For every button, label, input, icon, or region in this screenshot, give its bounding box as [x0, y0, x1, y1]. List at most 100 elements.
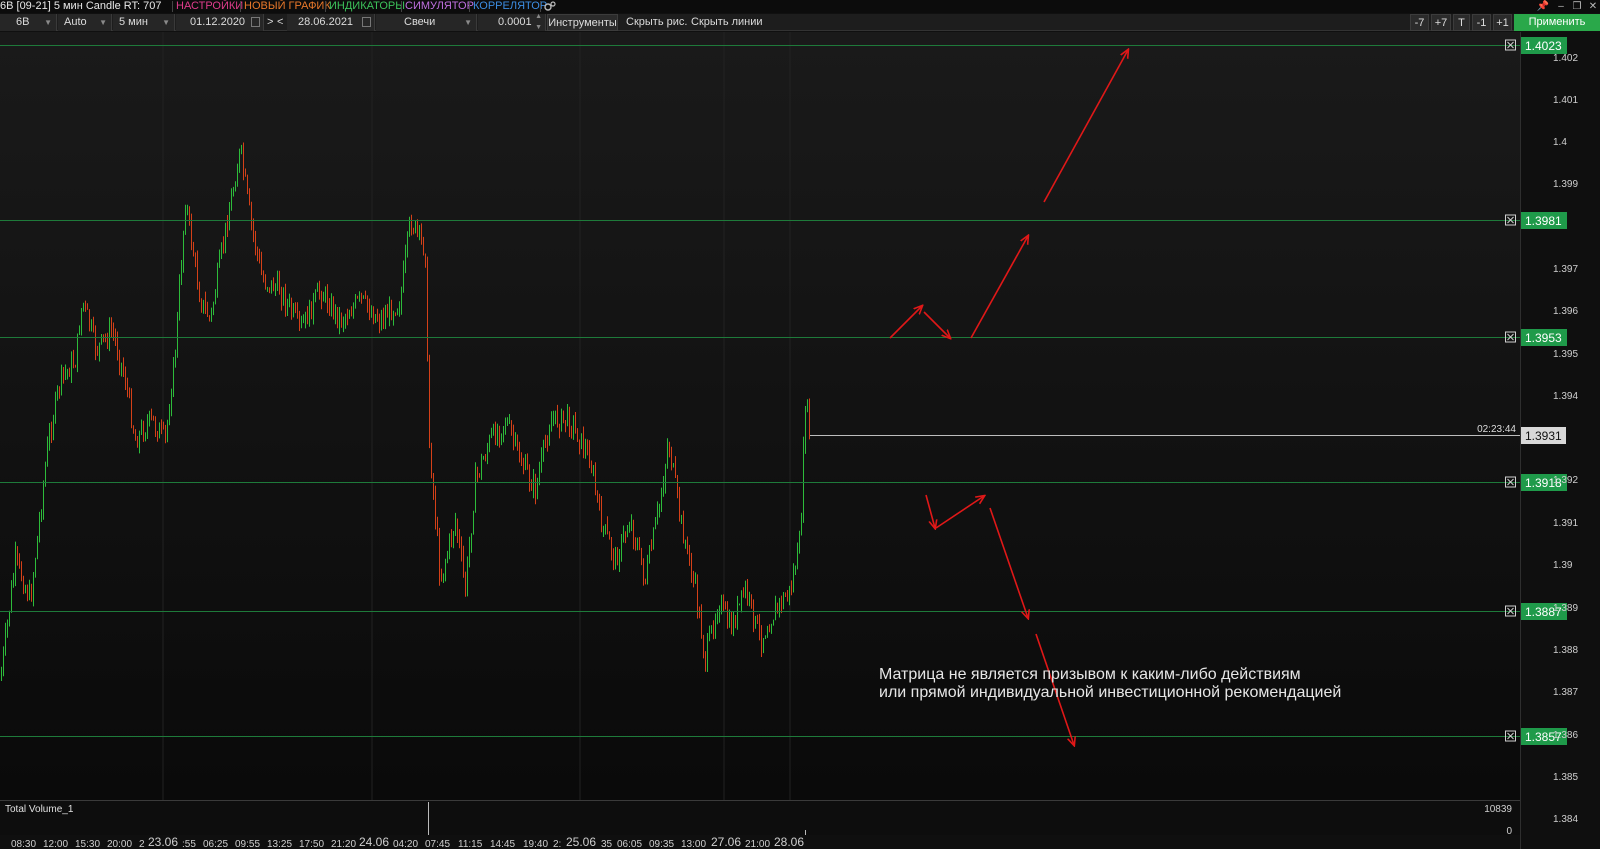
pin-icon[interactable]: 📌: [1536, 0, 1550, 13]
hide-drawings-button[interactable]: Скрыть рис.: [626, 14, 687, 31]
chevron-down-icon: ▼: [99, 18, 107, 27]
symbol-select[interactable]: 6B ▼: [0, 14, 57, 31]
price-tick: 1.397: [1553, 264, 1578, 275]
svg-text:27.06: 27.06: [711, 835, 741, 849]
volume-indicator-label: Total Volume_1: [5, 804, 74, 815]
timeframe-select[interactable]: 5 мин ▼: [113, 14, 175, 31]
price-tick: 1.394: [1553, 391, 1578, 402]
price-step-value: 0.0001: [498, 16, 532, 28]
price-tick: 1.401: [1553, 95, 1578, 106]
menu-simulator[interactable]: СИМУЛЯТОР: [405, 0, 474, 13]
mode-select[interactable]: Auto ▼: [58, 14, 112, 31]
tools-button[interactable]: Инструменты: [547, 14, 618, 31]
price-tick: 1.395: [1553, 349, 1578, 360]
menu-separator: [325, 1, 326, 12]
today-button[interactable]: T: [1453, 14, 1470, 31]
stepper-arrows-icon[interactable]: ▲ ▼: [535, 11, 542, 33]
price-tick: 1.399: [1553, 179, 1578, 190]
menu-settings[interactable]: НАСТРОЙКИ: [176, 0, 243, 13]
svg-text:24.06: 24.06: [359, 835, 389, 849]
volume-max-label: 10839: [1484, 804, 1512, 815]
mode-value: Auto: [64, 16, 87, 28]
menu-separator: [401, 1, 402, 12]
svg-text:12:00: 12:00: [43, 839, 68, 849]
svg-text:28.06: 28.06: [774, 835, 804, 849]
level-price-value: 1.3981: [1525, 214, 1562, 228]
svg-text:21:20: 21:20: [331, 839, 356, 849]
calendar-icon[interactable]: [251, 17, 260, 27]
price-tick: 1.385: [1553, 772, 1578, 783]
svg-text:19:40: 19:40: [523, 839, 548, 849]
disclaimer-line-2: или прямой индивидуальной инвестиционной…: [879, 684, 1341, 701]
prev-date-button[interactable]: <: [277, 14, 287, 31]
minimize-icon[interactable]: –: [1554, 0, 1568, 13]
svg-text::55: :55: [182, 839, 196, 849]
svg-text:21:00: 21:00: [745, 839, 770, 849]
svg-text:13:25: 13:25: [267, 839, 292, 849]
menu-separator: [240, 1, 241, 12]
price-tick: 1.387: [1553, 687, 1578, 698]
volume-pane: [0, 800, 1520, 835]
shift-minus1-button[interactable]: -1: [1472, 14, 1491, 31]
price-tick: 1.392: [1553, 475, 1578, 486]
next-date-button[interactable]: >: [267, 14, 277, 31]
svg-text:04:20: 04:20: [393, 839, 418, 849]
level-price-value: 1.3953: [1525, 331, 1562, 345]
price-chart[interactable]: 1.40231.39811.39531.39181.38871.3857 02:…: [0, 32, 1600, 849]
shift-plus1-button[interactable]: +1: [1493, 14, 1512, 31]
svg-text:09:35: 09:35: [649, 839, 674, 849]
svg-text:13:00: 13:00: [681, 839, 706, 849]
price-tick: 1.389: [1553, 603, 1578, 614]
chevron-down-icon: ▼: [464, 18, 472, 27]
svg-text:08:30: 08:30: [11, 839, 36, 849]
price-tick: 1.384: [1553, 814, 1578, 825]
date-from-value: 01.12.2020: [190, 16, 246, 28]
svg-text:20:00: 20:00: [107, 839, 132, 849]
chart-type-value: Свечи: [404, 16, 436, 28]
price-tick: 1.39: [1553, 560, 1573, 571]
svg-text:06:25: 06:25: [203, 839, 228, 849]
price-tick: 1.4: [1553, 137, 1567, 148]
current-price-value: 1.3931: [1525, 429, 1562, 443]
svg-text:35: 35: [601, 839, 613, 849]
price-tick: 1.391: [1553, 518, 1578, 529]
shift-minus7-button[interactable]: -7: [1410, 14, 1429, 31]
shift-plus7-button[interactable]: +7: [1431, 14, 1451, 31]
apply-button[interactable]: Применить: [1514, 14, 1600, 31]
svg-text:06:05: 06:05: [617, 839, 642, 849]
svg-text:15:30: 15:30: [75, 839, 100, 849]
menu-separator: [469, 1, 470, 12]
svg-text:11:15: 11:15: [458, 839, 483, 849]
level-price-value: 1.4023: [1525, 39, 1562, 53]
svg-text:17:50: 17:50: [299, 839, 324, 849]
svg-text:09:55: 09:55: [235, 839, 260, 849]
svg-text:14:45: 14:45: [490, 839, 515, 849]
volume-min-label: 0: [1506, 826, 1512, 837]
restore-icon[interactable]: ❒: [1570, 0, 1584, 13]
countdown-timer: 02:23:44: [1477, 424, 1516, 435]
timeframe-value: 5 мин: [119, 16, 148, 28]
hide-lines-button[interactable]: Скрыть линии: [691, 14, 763, 31]
price-tick: 1.396: [1553, 306, 1578, 317]
menu-new-chart[interactable]: НОВЫЙ ГРАФИК: [244, 0, 331, 13]
svg-text:2: 2: [139, 839, 145, 849]
date-to-field[interactable]: 28.06.2021: [287, 14, 375, 31]
date-from-field[interactable]: 01.12.2020: [176, 14, 264, 31]
svg-text:2:: 2:: [553, 839, 561, 849]
price-tick: 1.388: [1553, 645, 1578, 656]
symbol-value: 6B: [16, 16, 30, 28]
price-tick: 1.386: [1553, 730, 1578, 741]
price-step-stepper[interactable]: 0.0001 ▲ ▼: [478, 11, 546, 33]
svg-text:23.06: 23.06: [148, 835, 178, 849]
svg-text:07:45: 07:45: [425, 839, 450, 849]
close-icon[interactable]: ✕: [1586, 0, 1600, 13]
window-title: 6B [09-21] 5 мин Candle RT: 707: [0, 0, 162, 12]
chart-type-select[interactable]: Свечи ▼: [376, 14, 477, 31]
chevron-down-icon: ▼: [162, 18, 170, 27]
chevron-down-icon: ▼: [44, 18, 52, 27]
calendar-icon[interactable]: [362, 17, 371, 27]
title-bar: 6B [09-21] 5 мин Candle RT: 707 НАСТРОЙК…: [0, 0, 1600, 13]
menu-indicators[interactable]: ИНДИКАТОРЫ: [329, 0, 405, 13]
menu-separator: [172, 1, 173, 12]
date-to-value: 28.06.2021: [298, 16, 354, 28]
